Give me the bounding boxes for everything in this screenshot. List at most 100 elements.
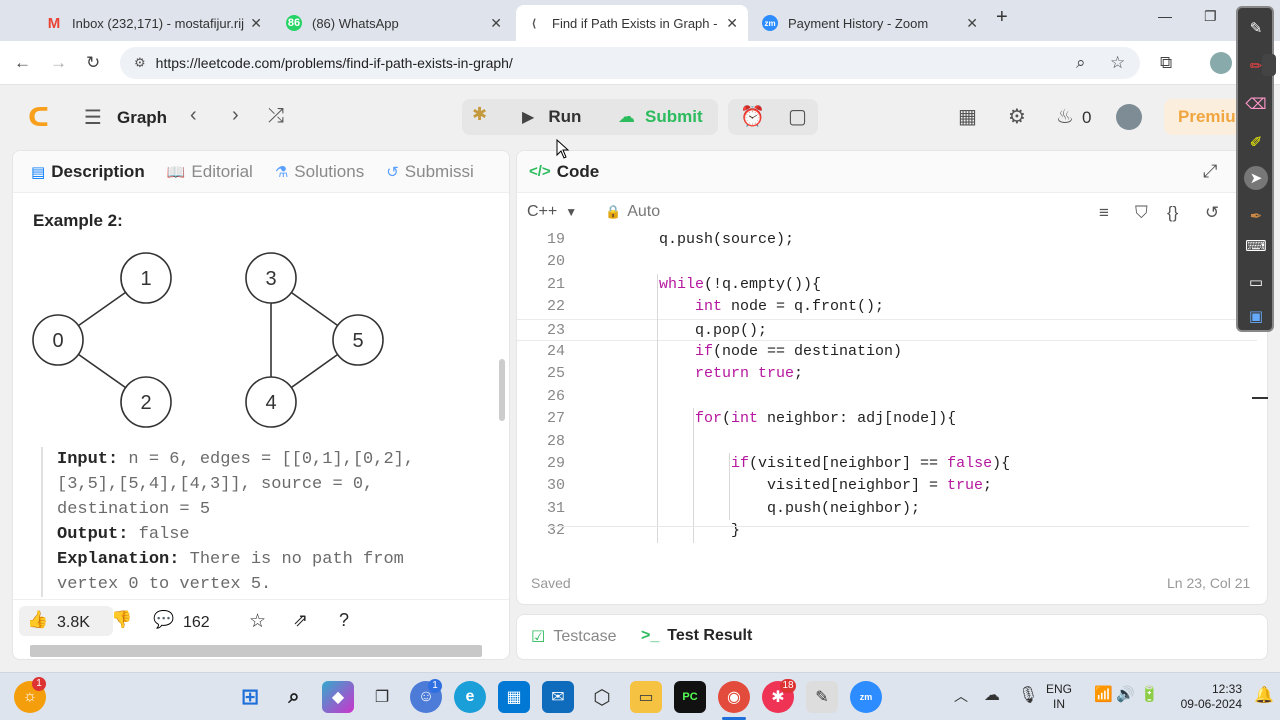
- tab-whatsapp[interactable]: 86 (86) WhatsApp ✕: [276, 5, 512, 41]
- debug-icon[interactable]: ✱: [472, 104, 487, 125]
- highlighter-icon[interactable]: ✐: [1244, 130, 1268, 154]
- shuffle-icon[interactable]: ⤮: [268, 105, 284, 128]
- tab-description[interactable]: ▤ Description: [31, 162, 145, 182]
- wifi-icon[interactable]: 📶: [1094, 685, 1113, 703]
- clock[interactable]: 12:33 09-06-2024: [1170, 682, 1242, 712]
- code-line[interactable]: 27 for(int neighbor: adj[node]){: [517, 408, 1257, 430]
- pycharm-icon[interactable]: PC: [674, 681, 706, 713]
- premium-button[interactable]: Premiu: [1164, 99, 1240, 135]
- zoom-app-icon[interactable]: zm: [850, 681, 882, 713]
- thumbs-up-icon[interactable]: 👍: [27, 610, 48, 630]
- leetcode-logo-icon[interactable]: ᑕ: [28, 102, 49, 133]
- vertical-scrollbar[interactable]: [499, 359, 505, 421]
- back-icon[interactable]: ←: [14, 53, 31, 73]
- new-tab-button[interactable]: +: [996, 6, 1008, 29]
- user-avatar[interactable]: [1116, 104, 1142, 130]
- code-line[interactable]: 21 while(!q.empty()){: [517, 274, 1257, 296]
- edge-icon[interactable]: e: [454, 681, 486, 713]
- problem-list-icon[interactable]: ☰: [84, 105, 102, 130]
- tab-editorial[interactable]: 📖 Editorial: [167, 162, 253, 182]
- code-line[interactable]: 19 q.push(source);: [517, 229, 1257, 251]
- extensions-icon[interactable]: ⧉: [1160, 53, 1172, 73]
- chrome-icon[interactable]: ◉: [718, 681, 750, 713]
- code-line[interactable]: 25 return true;: [517, 363, 1257, 385]
- restore-button[interactable]: ❐: [1204, 8, 1217, 25]
- maximize-icon[interactable]: ⤢: [1203, 161, 1217, 182]
- code-line[interactable]: 30 visited[neighbor] = true;: [517, 475, 1257, 497]
- auto-mode-toggle[interactable]: 🔒 Auto: [605, 203, 660, 221]
- eraser-icon[interactable]: ⌫: [1244, 92, 1268, 116]
- code-line[interactable]: 29 if(visited[neighbor] == false){: [517, 453, 1257, 475]
- profile-avatar[interactable]: [1210, 52, 1232, 74]
- help-icon[interactable]: ?: [339, 610, 349, 631]
- code-line[interactable]: 32}: [517, 520, 1257, 542]
- alarm-clock-icon[interactable]: ⏰: [740, 104, 765, 129]
- close-icon[interactable]: ✕: [250, 15, 262, 32]
- store-icon[interactable]: ▦: [498, 681, 530, 713]
- site-info-icon[interactable]: ⚙: [134, 55, 146, 71]
- tab-code[interactable]: </> Code: [529, 162, 599, 182]
- chevron-up-icon[interactable]: ︿: [954, 686, 968, 706]
- bookmark-icon[interactable]: ⛉: [1135, 203, 1148, 223]
- horizontal-scrollbar[interactable]: [30, 645, 482, 657]
- tab-testcase[interactable]: ☑ Testcase: [531, 627, 616, 647]
- code-line[interactable]: 26: [517, 386, 1257, 408]
- problem-list-title[interactable]: Graph: [117, 108, 167, 128]
- whiteboard-icon[interactable]: ✎: [806, 681, 838, 713]
- settings-gear-icon[interactable]: ⚙: [1008, 104, 1026, 129]
- url-input[interactable]: ⚙ https://leetcode.com/problems/find-if-…: [120, 47, 1140, 79]
- code-line[interactable]: 31 q.push(neighbor);: [517, 498, 1257, 520]
- battery-icon[interactable]: 🔋: [1140, 685, 1159, 703]
- cube-app-icon[interactable]: ⬡: [586, 681, 618, 713]
- code-line[interactable]: 24 if(node == destination): [517, 341, 1257, 363]
- task-view-icon[interactable]: ❐: [366, 681, 398, 713]
- mail-icon[interactable]: ✉: [542, 681, 574, 713]
- streak-flame-icon[interactable]: ♨: [1056, 104, 1074, 129]
- tab-test-result[interactable]: >_ Test Result: [641, 627, 752, 645]
- file-explorer-icon[interactable]: ▭: [630, 681, 662, 713]
- braces-icon[interactable]: {}: [1167, 203, 1178, 223]
- search-icon[interactable]: ⌕: [278, 681, 310, 713]
- reset-icon[interactable]: ↺: [1205, 203, 1219, 223]
- close-icon[interactable]: ✕: [966, 15, 978, 32]
- tab-submissions[interactable]: ↺ Submissi: [386, 162, 474, 182]
- brush-icon[interactable]: ✒: [1244, 204, 1268, 228]
- close-icon[interactable]: ✕: [490, 15, 502, 32]
- forward-icon[interactable]: →: [50, 53, 67, 73]
- copilot-icon[interactable]: ◆: [322, 681, 354, 713]
- cloud-icon[interactable]: ☁: [984, 685, 1000, 705]
- tab-gmail[interactable]: M Inbox (232,171) - mostafijur.riju ✕: [36, 5, 272, 41]
- volume-icon[interactable]: 🔊: [1116, 685, 1135, 703]
- tab-solutions[interactable]: ⚗ Solutions: [275, 162, 364, 182]
- code-editor[interactable]: 19 q.push(source); 20 21 while(!q.empty()){2…: [517, 229, 1267, 549]
- layout-icon[interactable]: ▦: [958, 104, 977, 129]
- language-select[interactable]: C++ ▼: [527, 203, 577, 221]
- comment-icon[interactable]: 💬: [153, 610, 174, 630]
- favorite-star-icon[interactable]: ☆: [249, 610, 266, 633]
- code-line[interactable]: 20: [517, 251, 1257, 273]
- pen-icon[interactable]: ✎: [1244, 16, 1268, 40]
- screen-icon[interactable]: ▭: [1244, 270, 1268, 294]
- keyboard-icon[interactable]: ⌨: [1244, 234, 1268, 258]
- notifications-bell-icon[interactable]: 🔔: [1254, 685, 1274, 705]
- tab-leetcode[interactable]: ⟨ Find if Path Exists in Graph - Le ✕: [516, 5, 748, 41]
- start-windows-icon[interactable]: ⊞: [234, 681, 266, 713]
- thumbs-down-icon[interactable]: 👎: [111, 610, 132, 630]
- code-line[interactable]: 23 q.pop();: [517, 318, 1257, 341]
- submit-button[interactable]: ☁ Submit: [612, 99, 716, 135]
- save-icon[interactable]: ▣: [1244, 304, 1268, 328]
- code-line[interactable]: 22 int node = q.front();: [517, 296, 1257, 318]
- minimize-button[interactable]: —: [1158, 8, 1172, 24]
- reload-icon[interactable]: ↻: [86, 53, 100, 73]
- format-icon[interactable]: ≡: [1099, 203, 1109, 223]
- zoom-magnifier-icon[interactable]: ⌕: [1076, 53, 1086, 73]
- tab-zoom[interactable]: zm Payment History - Zoom ✕: [752, 5, 988, 41]
- microphone-icon[interactable]: 🎙: [1018, 685, 1038, 705]
- next-problem-icon[interactable]: ›: [232, 104, 239, 127]
- close-icon[interactable]: ✕: [726, 15, 738, 32]
- code-line[interactable]: 28: [517, 431, 1257, 453]
- run-button[interactable]: ▶ Run: [516, 99, 600, 135]
- pointer-icon[interactable]: ➤: [1244, 166, 1268, 190]
- language-indicator[interactable]: ENG IN: [1046, 682, 1072, 712]
- prev-problem-icon[interactable]: ‹: [190, 104, 197, 127]
